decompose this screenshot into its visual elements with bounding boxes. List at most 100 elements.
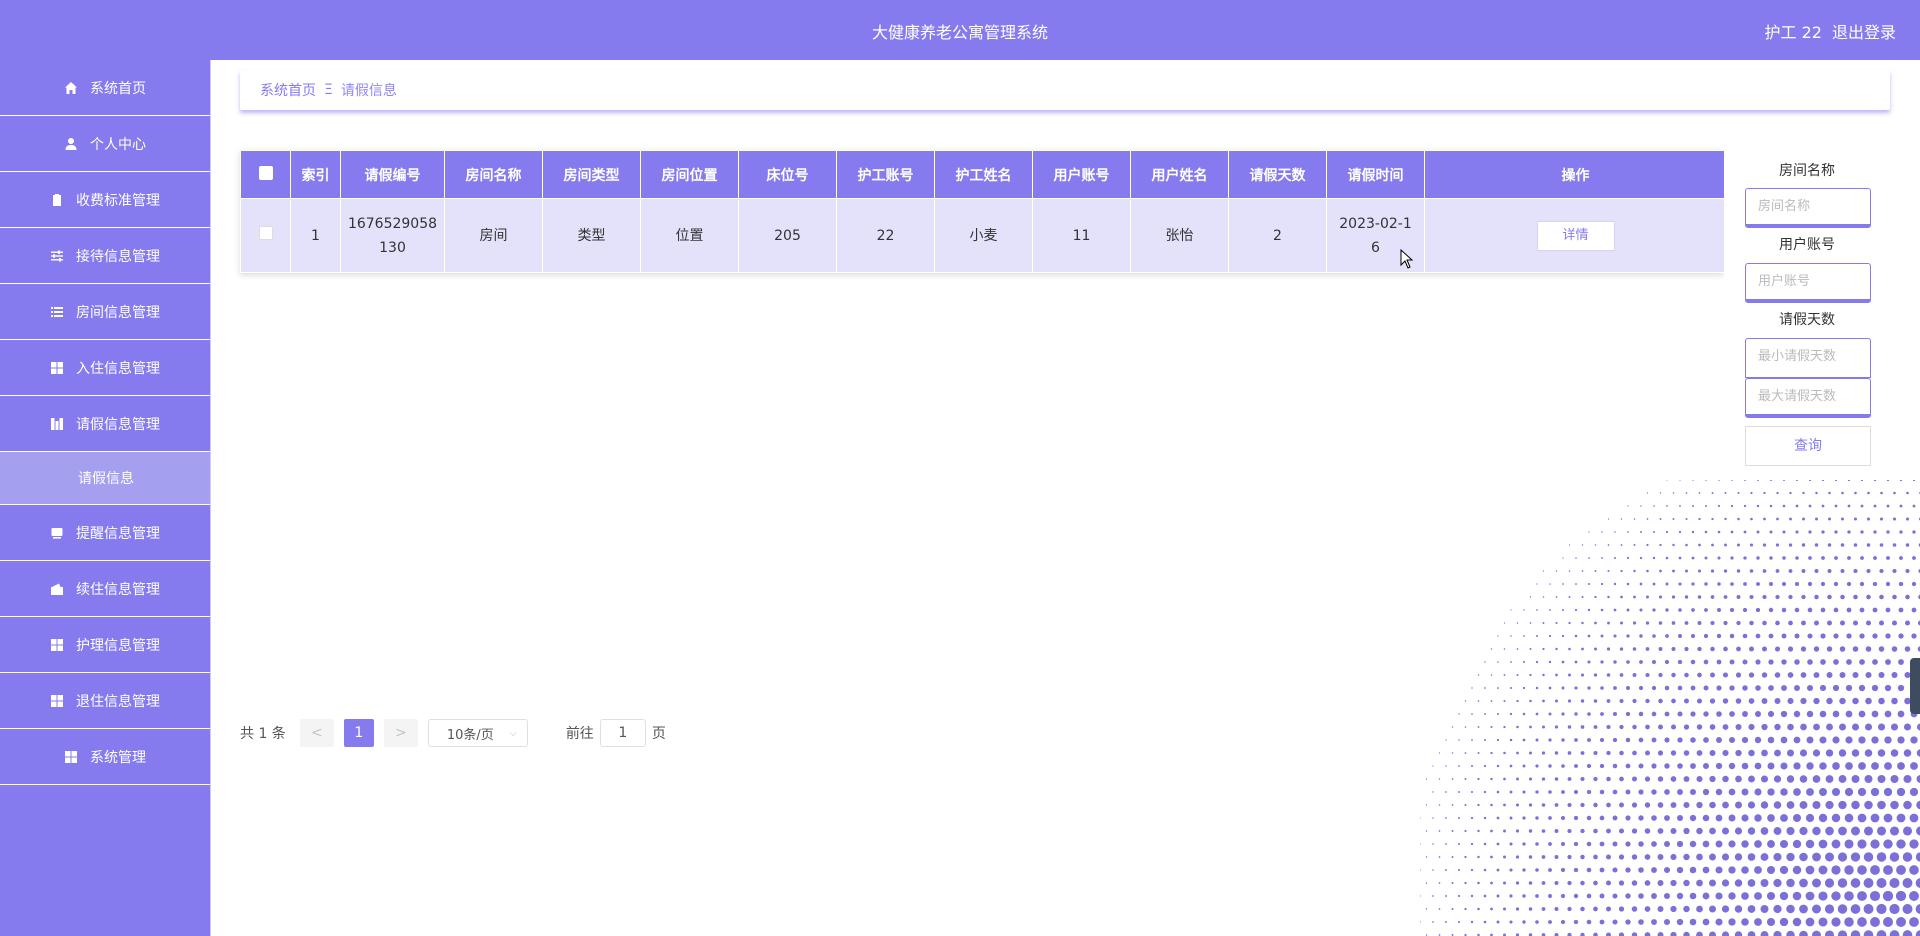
sidebar-item-nursing[interactable]: 护理信息管理: [0, 617, 210, 673]
sidebar-item-label: 提醒信息管理: [76, 525, 160, 542]
cell-nurse-name: 小麦: [934, 198, 1033, 273]
sidebar-item-leave-management[interactable]: 请假信息管理: [0, 396, 210, 452]
user-icon: [64, 137, 78, 151]
sidebar-item-label: 退住信息管理: [76, 693, 160, 710]
leave-days-label: 请假天数: [1779, 312, 1835, 328]
grid-icon: [64, 750, 78, 764]
page-number-button[interactable]: 1: [343, 719, 374, 747]
column-header: 房间位置: [640, 150, 739, 199]
cell-leave-no: 1676529058130: [340, 198, 445, 273]
user-account-input[interactable]: 用户账号: [1745, 263, 1871, 303]
cell-user-account: 11: [1032, 198, 1131, 273]
sidebar-item-system[interactable]: 系统管理: [0, 729, 210, 785]
sidebar-item-label: 系统管理: [90, 749, 146, 766]
column-header: 请假编号: [340, 150, 445, 199]
column-header: 用户姓名: [1130, 150, 1229, 199]
goto-prefix: 前往: [565, 726, 594, 742]
column-header: 房间类型: [542, 150, 641, 199]
top-header: 大健康养老公寓管理系统 护工 22 退出登录: [0, 0, 1920, 60]
sidebar-subitem-leave-info[interactable]: 请假信息: [0, 452, 210, 505]
sidebar-item-label: 护理信息管理: [76, 637, 160, 654]
sidebar-item-label: 请假信息: [78, 471, 134, 487]
column-header: 用户账号: [1032, 150, 1131, 199]
breadcrumb-current: 请假信息: [340, 83, 397, 99]
home-icon: [64, 81, 78, 95]
pagination-total: 共 1 条: [240, 726, 286, 742]
min-leave-days-input[interactable]: 最小请假天数: [1745, 338, 1871, 378]
search-panel: 房间名称 房间名称 用户账号 用户账号 请假天数 最小请假天数 最大请假天数 查…: [1724, 150, 1890, 680]
sidebar-item-reception[interactable]: 接待信息管理: [0, 228, 210, 284]
logout-link[interactable]: 退出登录: [1832, 19, 1896, 43]
detail-button[interactable]: 详情: [1536, 220, 1615, 251]
sidebar-item-renewal[interactable]: 续住信息管理: [0, 561, 210, 617]
sidebar-item-checkout[interactable]: 退住信息管理: [0, 673, 210, 729]
breadcrumb-home-link[interactable]: 系统首页: [260, 80, 316, 100]
chevron-down-icon: ⌵: [509, 727, 517, 739]
goto-page-input[interactable]: 1: [599, 719, 646, 747]
sidebar-item-label: 接待信息管理: [76, 248, 160, 265]
pagination: 共 1 条 < 1 > 10条/页 ⌵ 前往 1 页: [240, 719, 666, 747]
page-size-value: 10条/页: [446, 727, 494, 743]
goto-suffix: 页: [651, 726, 666, 742]
column-header: 护工姓名: [934, 150, 1033, 199]
grid-icon: [50, 638, 64, 652]
column-header: 床位号: [738, 150, 837, 199]
breadcrumb: 系统首页 Ξ 请假信息: [240, 70, 1890, 110]
side-widget-tab[interactable]: [1910, 658, 1920, 714]
select-all-checkbox-cell[interactable]: [240, 150, 291, 199]
sidebar-item-label: 入住信息管理: [76, 360, 160, 377]
row-checkbox[interactable]: [258, 225, 273, 240]
sidebar-item-home[interactable]: 系统首页: [0, 60, 210, 116]
user-account-label: 用户账号: [1779, 237, 1835, 253]
sidebar-menu: 系统首页 个人中心 收费标准管理 接待信息管理 房间信息管理 入住信息管理 请假…: [0, 60, 211, 936]
row-checkbox-cell[interactable]: [240, 198, 291, 273]
cell-nurse-account: 22: [836, 198, 935, 273]
user-area: 护工 22 退出登录: [1765, 19, 1896, 43]
cell-leave-days: 2: [1228, 198, 1327, 273]
sidebar-item-checkin[interactable]: 入住信息管理: [0, 340, 210, 396]
column-header: 房间名称: [444, 150, 543, 199]
page-size-select[interactable]: 10条/页 ⌵: [427, 719, 528, 747]
breadcrumb-separator: Ξ: [324, 82, 333, 98]
wallet-icon: [50, 582, 64, 596]
sidebar-item-label: 请假信息管理: [76, 416, 160, 433]
cell-bed-no: 205: [738, 198, 837, 273]
room-name-label: 房间名称: [1779, 163, 1835, 179]
sidebar-item-personal-center[interactable]: 个人中心: [0, 116, 210, 172]
cell-index: 1: [290, 198, 341, 273]
table-header-row: 索引 请假编号 房间名称 房间类型 房间位置 床位号 护工账号 护工姓名 用户账…: [240, 150, 1727, 199]
cell-room-name: 房间: [444, 198, 543, 273]
app-title: 大健康养老公寓管理系统: [871, 23, 1048, 42]
max-leave-days-input[interactable]: 最大请假天数: [1745, 378, 1871, 418]
table-row: 1 1676529058130 房间 类型 位置 205 22 小麦 11 张怡…: [240, 198, 1727, 273]
cell-room-type: 类型: [542, 198, 641, 273]
cell-room-location: 位置: [640, 198, 739, 273]
sidebar-item-label: 个人中心: [90, 136, 146, 153]
column-header: 索引: [290, 150, 341, 199]
clipboard-icon: [50, 193, 64, 207]
next-page-button[interactable]: >: [383, 719, 418, 747]
monitor-icon: [50, 526, 64, 540]
room-name-input[interactable]: 房间名称: [1745, 188, 1871, 228]
sidebar-item-label: 续住信息管理: [76, 581, 160, 598]
sidebar-item-reminder[interactable]: 提醒信息管理: [0, 505, 210, 561]
query-button[interactable]: 查询: [1745, 426, 1871, 466]
column-header: 请假天数: [1228, 150, 1327, 199]
sliders-icon: [50, 249, 64, 263]
chart-icon: [50, 417, 64, 431]
prev-page-button[interactable]: <: [299, 719, 334, 747]
leave-table: 索引 请假编号 房间名称 房间类型 房间位置 床位号 护工账号 护工姓名 用户账…: [240, 150, 1727, 273]
column-header: 护工账号: [836, 150, 935, 199]
cell-user-name: 张怡: [1130, 198, 1229, 273]
sidebar-item-fee-standard[interactable]: 收费标准管理: [0, 172, 210, 228]
mouse-cursor-icon: [1400, 249, 1414, 269]
sidebar-item-room[interactable]: 房间信息管理: [0, 284, 210, 340]
sidebar-item-label: 收费标准管理: [76, 192, 160, 209]
select-all-checkbox[interactable]: [258, 165, 273, 180]
sidebar-item-label: 房间信息管理: [76, 304, 160, 321]
sidebar-item-label: 系统首页: [90, 80, 146, 97]
current-user: 护工 22: [1764, 23, 1822, 42]
cell-actions: 详情: [1424, 198, 1727, 273]
list-icon: [50, 305, 64, 319]
column-header: 操作: [1424, 150, 1727, 199]
